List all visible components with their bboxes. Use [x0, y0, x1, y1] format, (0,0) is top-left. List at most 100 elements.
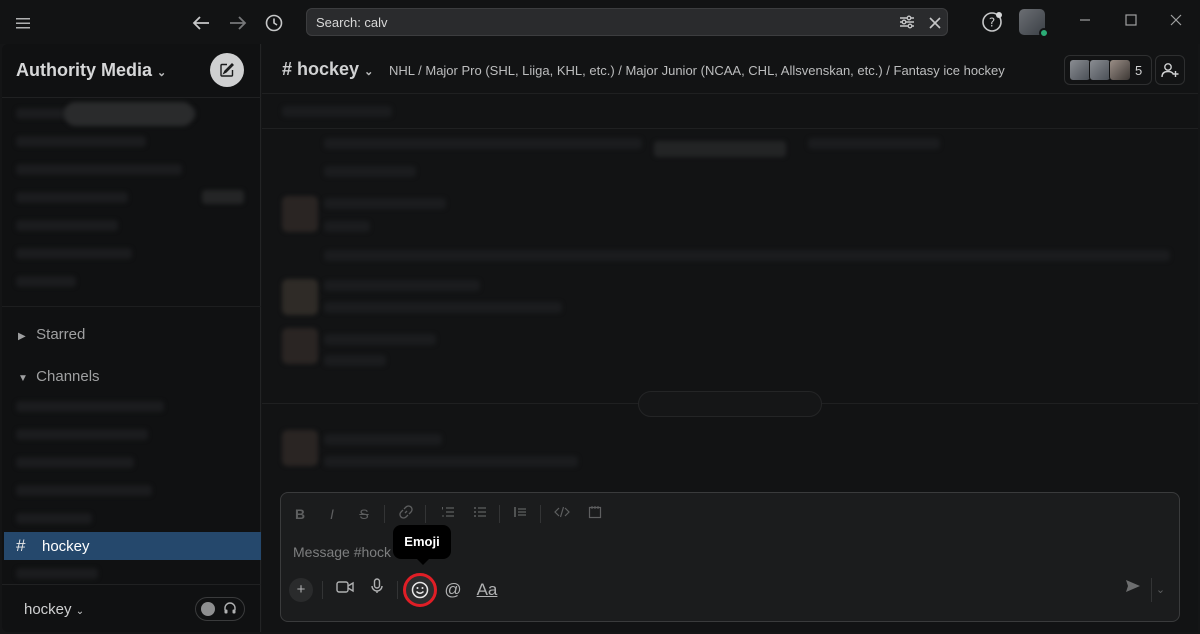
caret-down-icon: ▼ [18, 373, 28, 384]
blurred-message [324, 138, 642, 149]
add-person-icon [1161, 63, 1179, 78]
channel-item-blurred[interactable] [16, 568, 98, 579]
strikethrough-icon[interactable]: S [355, 505, 373, 523]
divider [2, 306, 261, 307]
presence-indicator [1039, 28, 1049, 38]
separator [397, 581, 398, 599]
add-member-button[interactable] [1155, 55, 1185, 85]
member-avatar [1069, 59, 1091, 81]
workspace-header[interactable]: Authority Media ⌄ [2, 44, 261, 98]
compose-button[interactable] [210, 53, 244, 87]
blurred-message [324, 221, 370, 232]
sidebar-nav-blurred [16, 164, 182, 175]
separator [384, 505, 385, 523]
menu-icon[interactable] [12, 12, 34, 34]
blurred-message [324, 280, 480, 291]
italic-icon[interactable]: I [323, 505, 341, 523]
separator [425, 505, 426, 523]
headphones-icon [223, 601, 237, 618]
microphone-icon[interactable] [365, 578, 389, 602]
sidebar-nav-blurred [16, 136, 146, 147]
compose-icon [220, 63, 234, 77]
history-icon[interactable] [263, 12, 285, 34]
blurred-message [808, 138, 940, 149]
blurred-banner [282, 106, 392, 117]
sidebar-nav-blurred [64, 102, 194, 126]
clear-search-icon[interactable] [929, 16, 941, 34]
bold-icon[interactable]: B [291, 505, 309, 523]
search-bar[interactable]: Search: calv [306, 8, 948, 36]
member-avatar [1089, 59, 1111, 81]
bulleted-list-icon[interactable] [471, 505, 489, 523]
close-icon[interactable] [1166, 12, 1186, 32]
smiley-icon [411, 581, 429, 599]
maximize-icon[interactable] [1121, 12, 1141, 32]
sidebar-nav-blurred [202, 190, 244, 204]
sidebar-nav-blurred [16, 192, 128, 203]
channel-title[interactable]: # hockey ⌄ [282, 59, 373, 80]
sidebar-item-label: hockey [42, 538, 90, 555]
link-icon[interactable] [397, 505, 415, 523]
separator [499, 505, 500, 523]
date-divider[interactable] [638, 391, 822, 417]
section-channels-label: Channels [36, 368, 100, 385]
channel-view: # hockey ⌄ NHL / Major Pro (SHL, Liiga, … [262, 44, 1198, 632]
blockquote-icon[interactable] [511, 505, 529, 523]
video-icon[interactable] [333, 578, 357, 602]
section-starred[interactable]: ▶ Starred [18, 326, 85, 343]
message-composer: B I S Message #hock Emoji + @ Aa ⌄ [280, 492, 1180, 622]
section-channels[interactable]: ▼ Channels [18, 368, 100, 385]
chevron-down-icon: ⌄ [364, 66, 374, 78]
channel-topic[interactable]: NHL / Major Pro (SHL, Liiga, KHL, etc.) … [389, 63, 1005, 78]
minimize-icon[interactable] [1075, 12, 1095, 32]
workspace-name-label: Authority Media [16, 60, 153, 80]
channel-item-blurred[interactable] [16, 457, 134, 468]
message-avatar[interactable] [282, 430, 318, 466]
members-button[interactable]: 5 [1064, 55, 1152, 85]
chevron-down-icon: ⌄ [75, 606, 85, 617]
help-icon[interactable]: ? [981, 11, 1003, 33]
message-input[interactable]: Message #hock [293, 544, 391, 560]
mention-icon[interactable]: @ [441, 578, 465, 602]
member-avatar [1109, 59, 1131, 81]
message-avatar[interactable] [282, 279, 318, 315]
hash-icon: # [16, 536, 26, 555]
workspace-name[interactable]: Authority Media ⌄ [16, 60, 166, 81]
code-block-icon[interactable] [586, 505, 604, 523]
sidebar-item-hockey[interactable]: # hockey [4, 532, 261, 560]
message-avatar[interactable] [282, 196, 318, 232]
emoji-button[interactable] [403, 573, 437, 607]
emoji-tooltip: Emoji [393, 525, 451, 565]
channel-item-blurred[interactable] [16, 513, 92, 524]
ordered-list-icon[interactable] [439, 505, 457, 523]
code-icon[interactable] [553, 505, 571, 523]
section-starred-label: Starred [36, 326, 86, 343]
channel-item-blurred[interactable] [16, 485, 152, 496]
channel-item-blurred[interactable] [16, 401, 164, 412]
blurred-message [324, 302, 562, 313]
channel-item-blurred[interactable] [16, 429, 148, 440]
blurred-message [324, 434, 442, 445]
huddle-toggle[interactable] [195, 597, 245, 621]
channel-header: # hockey ⌄ NHL / Major Pro (SHL, Liiga, … [262, 44, 1198, 94]
caret-right-icon: ▶ [18, 331, 26, 342]
forward-arrow-icon[interactable] [227, 12, 249, 34]
text-format-button[interactable]: Aa [474, 578, 500, 602]
channel-name: hockey [297, 59, 360, 79]
blurred-message [324, 250, 1170, 261]
sidebar-nav-blurred [16, 248, 132, 259]
sidebar-nav-blurred [16, 276, 76, 287]
toggle-knob [201, 602, 215, 616]
back-arrow-icon[interactable] [190, 12, 212, 34]
blurred-message [324, 166, 416, 177]
send-icon[interactable] [1121, 578, 1145, 602]
plus-icon[interactable]: + [289, 578, 313, 602]
sidebar-footer: hockey ⌄ [2, 584, 261, 632]
filter-icon[interactable] [899, 14, 915, 35]
blurred-message [324, 456, 578, 467]
message-avatar[interactable] [282, 328, 318, 364]
blurred-message [324, 198, 446, 209]
blurred-message [324, 355, 386, 366]
huddle-channel-selector[interactable]: hockey ⌄ [24, 601, 84, 618]
chevron-down-icon[interactable]: ⌄ [1151, 578, 1169, 602]
